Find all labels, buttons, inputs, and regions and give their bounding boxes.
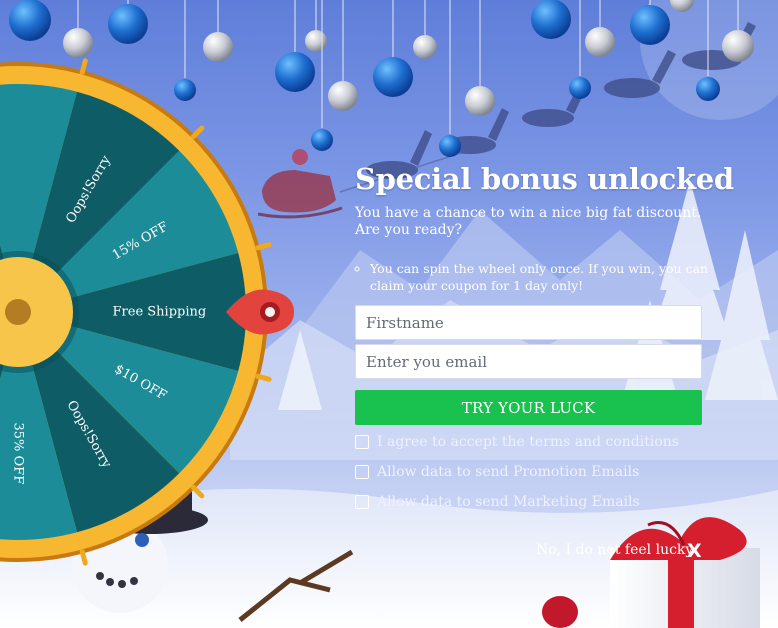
rules-list: You can spin the wheel only once. If you…: [355, 260, 720, 294]
wheel-rim-peg: [190, 125, 205, 140]
promotion-emails-checkbox-row[interactable]: Allow data to send Promotion Emails: [355, 463, 639, 481]
try-your-luck-button[interactable]: TRY YOUR LUCK: [355, 390, 702, 425]
terms-checkbox-label: I agree to accept the terms and conditio…: [377, 434, 679, 450]
email-input[interactable]: [355, 344, 702, 379]
wheel-rim-peg: [79, 549, 88, 566]
close-button[interactable]: X: [687, 540, 702, 562]
marketing-emails-checkbox-label: Allow data to send Marketing Emails: [377, 494, 640, 510]
promotion-emails-checkbox-label: Allow data to send Promotion Emails: [377, 464, 640, 480]
wheel-segment-label: Free Shipping: [113, 305, 207, 320]
terms-checkbox-row[interactable]: I agree to accept the terms and conditio…: [355, 433, 679, 451]
spin-wheel-popup: Oops!Sorry 15% OFF Free Shipping $10 OFF Oop…: [0, 0, 778, 628]
wheel-pointer-dot: [265, 307, 275, 317]
terms-checkbox[interactable]: [355, 435, 369, 449]
decline-link[interactable]: No, I do not feel lucky: [536, 542, 693, 558]
marketing-emails-checkbox-row[interactable]: Allow data to send Marketing Emails: [355, 493, 640, 511]
firstname-input[interactable]: [355, 305, 702, 340]
wheel-rim-peg: [79, 58, 88, 75]
popup-title: Special bonus unlocked: [355, 162, 734, 196]
wheel-rim-peg: [190, 484, 205, 499]
promotion-emails-checkbox[interactable]: [355, 465, 369, 479]
rule-item: You can spin the wheel only once. If you…: [370, 260, 720, 294]
wheel-rim-peg: [255, 242, 272, 251]
popup-subtitle: You have a chance to win a nice big fat …: [355, 205, 702, 238]
wheel-segment-label: 35% OFF: [11, 422, 26, 484]
marketing-emails-checkbox[interactable]: [355, 495, 369, 509]
wheel-rim-peg: [255, 373, 272, 382]
spin-rules-note: You can spin the wheel only once. If you…: [355, 260, 720, 294]
wheel-hub-center: [5, 299, 31, 325]
